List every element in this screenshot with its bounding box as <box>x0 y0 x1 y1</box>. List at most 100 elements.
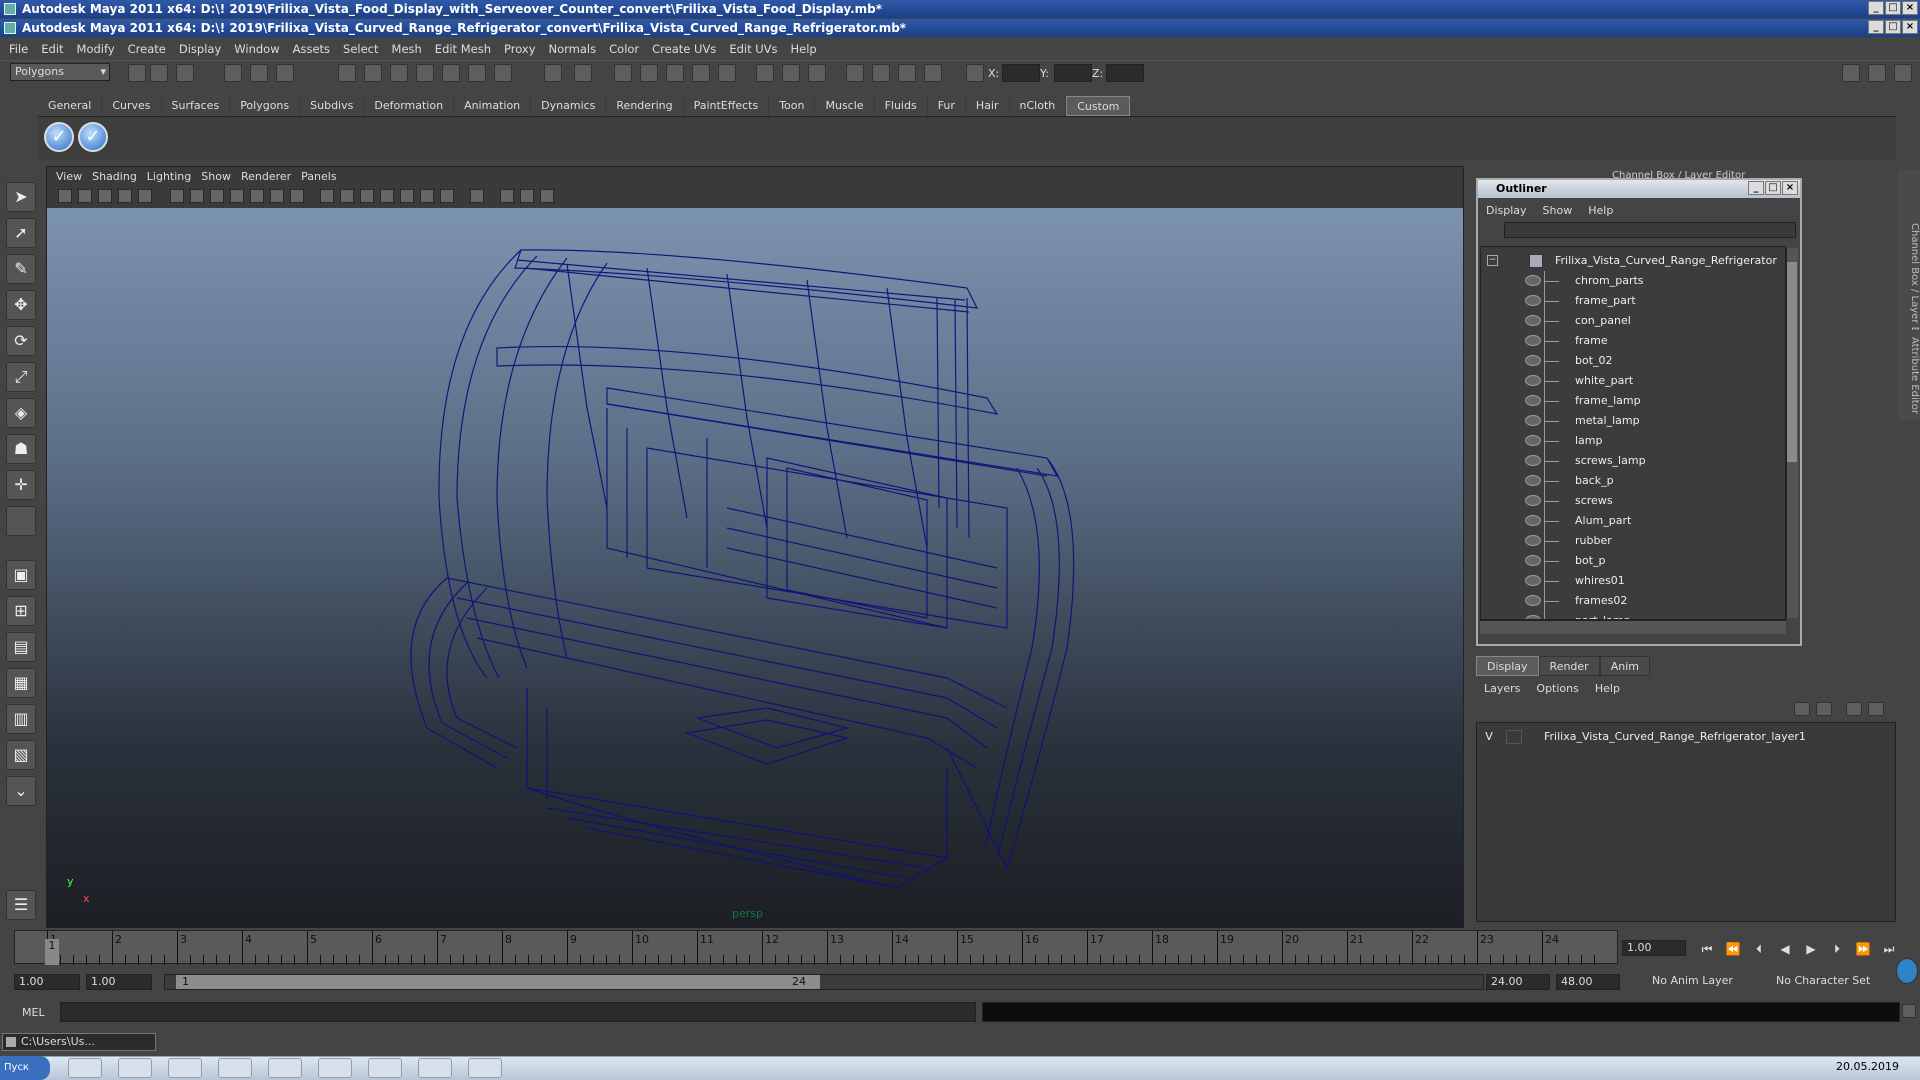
select-tool-icon[interactable]: ➤ <box>6 182 36 212</box>
menu-edit-uvs[interactable]: Edit UVs <box>724 42 785 56</box>
minimize-button[interactable]: _ <box>1868 20 1884 34</box>
mel-label[interactable]: MEL <box>22 1006 45 1019</box>
paint-select-tool-icon[interactable]: ✎ <box>6 254 36 284</box>
tool-settings-toggle-icon[interactable] <box>1868 64 1886 82</box>
menu-display[interactable]: Display <box>174 42 229 56</box>
resolution-gate-icon[interactable] <box>190 189 204 203</box>
step-forward-key-icon[interactable]: ⏵ <box>1826 941 1848 957</box>
list-item[interactable]: screws <box>1481 491 1785 511</box>
perspective-viewport[interactable]: y x persp <box>47 208 1463 928</box>
menu-edit[interactable]: Edit <box>36 42 71 56</box>
input-line-icon[interactable] <box>808 64 826 82</box>
menu-assets[interactable]: Assets <box>288 42 338 56</box>
render-view-icon[interactable] <box>924 64 942 82</box>
monitor-taskbar-icon[interactable] <box>168 1058 202 1078</box>
checkmark-shelf-icon[interactable]: ✓ <box>44 122 74 152</box>
shelf-tab-muscle[interactable]: Muscle <box>815 96 875 116</box>
graph-persp-layout-icon[interactable]: ▦ <box>6 668 36 698</box>
z-field[interactable] <box>1106 64 1144 82</box>
menu-mesh[interactable]: Mesh <box>387 42 430 56</box>
layer-tab-anim[interactable]: Anim <box>1599 656 1650 676</box>
all-lights-icon[interactable] <box>420 189 434 203</box>
maximize-button[interactable]: □ <box>1885 20 1901 34</box>
film-gate-icon[interactable] <box>170 189 184 203</box>
isolate-select-icon[interactable] <box>470 189 484 203</box>
range-slider-handle[interactable]: 1 24 <box>176 975 820 989</box>
shelf-tab-toon[interactable]: Toon <box>769 96 816 116</box>
select-icon[interactable] <box>574 64 592 82</box>
help-query-icon[interactable] <box>494 64 512 82</box>
backface-icon[interactable] <box>540 189 554 203</box>
menu-modify[interactable]: Modify <box>72 42 123 56</box>
viewport-menu-show[interactable]: Show <box>199 168 239 186</box>
shelf-tab-curves[interactable]: Curves <box>102 96 162 116</box>
outliner-maximize-button[interactable]: □ <box>1765 181 1781 195</box>
layer-row[interactable]: V Frilixa_Vista_Curved_Range_Refrigerato… <box>1480 728 1880 746</box>
transform-field-icon[interactable] <box>966 64 984 82</box>
safe-title-icon[interactable] <box>270 189 284 203</box>
play-forwards-icon[interactable]: ▶ <box>1800 941 1822 957</box>
wireframe-icon[interactable] <box>320 189 334 203</box>
make-live-icon[interactable] <box>442 64 460 82</box>
start-button[interactable]: Пуск <box>0 1056 50 1080</box>
outliner-persp-layout-icon[interactable]: ▤ <box>6 632 36 662</box>
outliner-scroll-thumb[interactable] <box>1787 262 1797 462</box>
front-window-titlebar[interactable]: Autodesk Maya 2011 x64: D:\! 2019\Frilix… <box>0 19 1920 37</box>
outliner-minimize-button[interactable]: _ <box>1748 181 1764 195</box>
checkmark-shelf-icon[interactable]: ✓ <box>78 122 108 152</box>
snap-plane-icon[interactable] <box>416 64 434 82</box>
viewport-menu-view[interactable]: View <box>54 168 90 186</box>
anim-layer-dropdown[interactable]: No Anim Layer <box>1648 974 1748 990</box>
maya-taskbar-icon[interactable] <box>318 1058 352 1078</box>
scale-tool-icon[interactable]: ⤢ <box>6 362 36 392</box>
shelf-tab-polygons[interactable]: Polygons <box>230 96 301 116</box>
channel-box-toggle-icon[interactable] <box>1894 64 1912 82</box>
magnet-icon[interactable] <box>614 64 632 82</box>
shelf-tab-general[interactable]: General <box>38 96 103 116</box>
render-current-icon[interactable] <box>640 64 658 82</box>
move-tool-icon[interactable]: ✥ <box>6 290 36 320</box>
shelf-tab-painteffects[interactable]: PaintEffects <box>684 96 770 116</box>
hypershade-icon[interactable] <box>718 64 736 82</box>
end-time-field[interactable]: 48.00 <box>1556 974 1620 990</box>
list-item[interactable]: rubber <box>1481 531 1785 551</box>
xray-joints-icon[interactable] <box>520 189 534 203</box>
close-button[interactable]: × <box>1902 20 1918 34</box>
script-editor-icon[interactable] <box>1902 1004 1916 1018</box>
shelf-tab-ncloth[interactable]: nCloth <box>1010 96 1067 116</box>
playback-start-field[interactable]: 1.00 <box>86 974 152 990</box>
lasso-tool-icon[interactable]: ➚ <box>6 218 36 248</box>
viewport-menu-renderer[interactable]: Renderer <box>239 168 299 186</box>
grid-toggle-icon[interactable] <box>138 189 152 203</box>
four-view-layout-icon[interactable]: ⊞ <box>6 596 36 626</box>
bookmark-icon[interactable] <box>98 189 112 203</box>
rotate-tool-icon[interactable]: ⟳ <box>6 326 36 356</box>
list-item[interactable]: frame_lamp <box>1481 391 1785 411</box>
minimize-button[interactable]: _ <box>1868 1 1884 15</box>
shelf-tab-fur[interactable]: Fur <box>928 96 966 116</box>
input-line-icon[interactable] <box>756 64 774 82</box>
history-icon[interactable] <box>468 64 486 82</box>
shelf-tab-subdivs[interactable]: Subdivs <box>300 96 365 116</box>
list-item[interactable]: white_part <box>1481 371 1785 391</box>
render-view-icon[interactable] <box>872 64 890 82</box>
list-item[interactable]: frames02 <box>1481 591 1785 611</box>
list-item[interactable]: screws_lamp <box>1481 451 1785 471</box>
close-button[interactable]: × <box>1902 1 1918 15</box>
shelf-tab-hair[interactable]: Hair <box>966 96 1010 116</box>
layer-menu-options[interactable]: Options <box>1530 680 1588 698</box>
viewport-menu-lighting[interactable]: Lighting <box>145 168 199 186</box>
minimized-window[interactable]: C:\Users\Us... <box>2 1033 156 1051</box>
hotbox-icon[interactable]: ☰ <box>6 890 36 920</box>
go-to-start-icon[interactable]: ⏮ <box>1696 941 1718 957</box>
shelf-tab-dynamics[interactable]: Dynamics <box>531 96 607 116</box>
firefox-taskbar-icon[interactable] <box>218 1058 252 1078</box>
menu-help[interactable]: Help <box>786 42 825 56</box>
snap-point-icon[interactable] <box>390 64 408 82</box>
persp-graph-layout-icon[interactable]: ▧ <box>6 740 36 770</box>
single-view-layout-icon[interactable]: ▣ <box>6 560 36 590</box>
new-layer-icon[interactable] <box>1846 702 1862 716</box>
hypershade-persp-layout-icon[interactable]: ▥ <box>6 704 36 734</box>
default-light-icon[interactable] <box>400 189 414 203</box>
textured-icon[interactable] <box>380 189 394 203</box>
